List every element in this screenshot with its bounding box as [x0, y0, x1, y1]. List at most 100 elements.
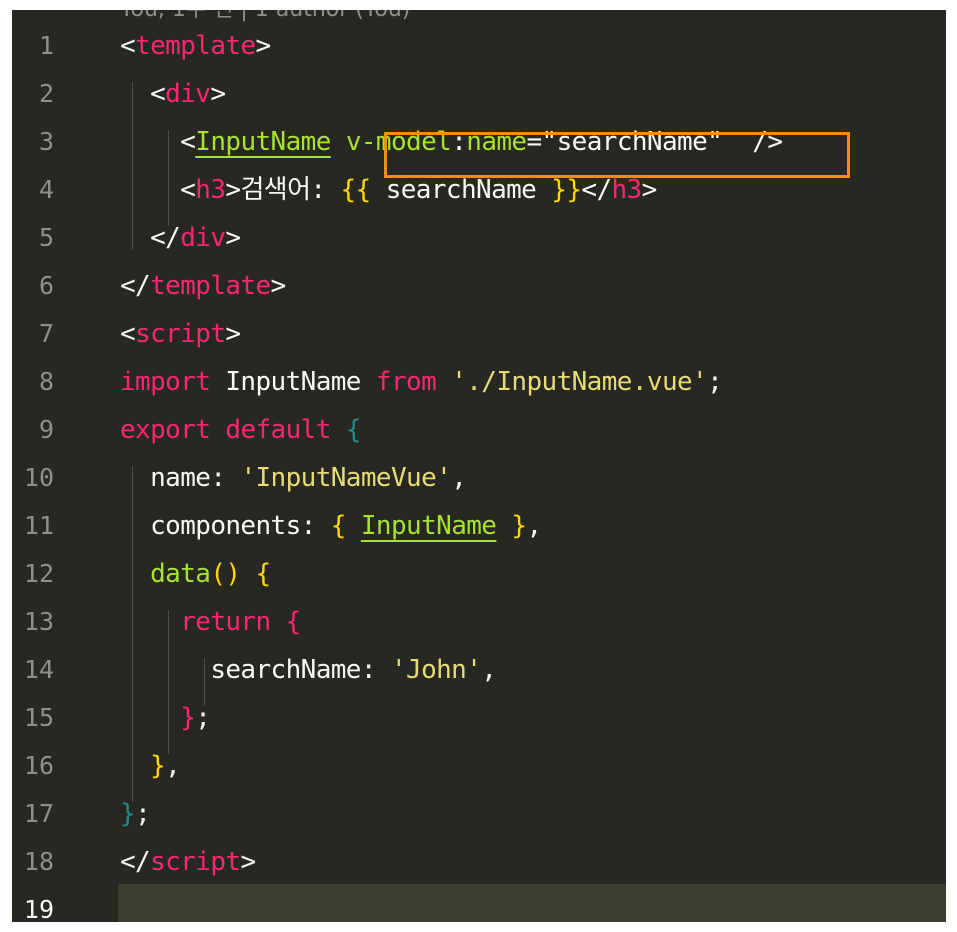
line-number: 17	[23, 799, 54, 828]
line-code: export default {	[120, 406, 361, 454]
code-token: return	[180, 607, 271, 637]
code-token: import	[120, 367, 211, 397]
code-token: name:	[120, 463, 241, 493]
code-token: {{	[340, 175, 372, 205]
code-line[interactable]: 15 };	[12, 694, 946, 742]
code-token: ,	[165, 751, 181, 781]
code-token: >	[210, 79, 226, 109]
code-token: 검색어:	[240, 175, 341, 205]
code-line[interactable]: 9 export default {	[12, 406, 946, 454]
line-code: </div>	[120, 214, 241, 262]
line-number: 10	[23, 463, 54, 492]
code-token: ()	[210, 559, 241, 589]
code-line[interactable]: 6 </template>	[12, 262, 946, 310]
code-line[interactable]: 12 data() {	[12, 550, 946, 598]
code-line[interactable]: 16 },	[12, 742, 946, 790]
code-token: {	[345, 415, 362, 445]
code-token: ,	[451, 463, 467, 493]
code-editor[interactable]: You, 1주 전 | 1 author (You) 1<template>2 …	[12, 10, 946, 922]
code-token: </	[581, 175, 612, 205]
code-token: </	[150, 223, 181, 253]
code-token: template	[150, 271, 271, 301]
code-token: >	[641, 175, 658, 205]
code-token: from	[375, 367, 437, 397]
line-number: 7	[38, 319, 54, 348]
code-token: <	[120, 319, 136, 349]
code-line[interactable]: 17};	[12, 790, 946, 838]
code-token: >	[225, 175, 241, 205]
line-number: 14	[23, 655, 54, 684]
code-line[interactable]: 7 <script>	[12, 310, 946, 358]
line-code: };	[120, 694, 211, 742]
code-token: 'John'	[390, 655, 482, 685]
line-number: 15	[23, 703, 54, 732]
line-code: </template>	[120, 262, 286, 310]
code-token: {	[330, 511, 347, 541]
code-token: h3	[611, 175, 643, 205]
code-line[interactable]: 8 import InputName from './InputName.vue'…	[12, 358, 946, 406]
code-token: script	[150, 847, 241, 877]
code-token: components:	[120, 511, 331, 541]
code-token: <	[150, 79, 166, 109]
code-token: 'InputNameVue'	[240, 463, 452, 493]
code-line[interactable]: 5 </div>	[12, 214, 946, 262]
code-token: InputName	[210, 367, 376, 397]
line-code: };	[120, 790, 151, 838]
code-token: searchName	[370, 175, 552, 205]
code-token: }	[511, 511, 527, 541]
code-token: script	[135, 319, 226, 349]
code-token: ,	[481, 655, 497, 685]
line-number: 5	[38, 223, 54, 252]
code-line[interactable]: 14 searchName: 'John',	[12, 646, 946, 694]
code-token: >	[225, 223, 241, 253]
code-line[interactable]: 10 name: 'InputNameVue',	[12, 454, 946, 502]
line-number: 19	[23, 895, 54, 922]
line-code: name: 'InputNameVue',	[120, 454, 467, 502]
code-line[interactable]: 1 <template>	[12, 22, 946, 70]
code-token: }	[120, 799, 136, 829]
code-token: InputName	[195, 127, 331, 157]
line-code: import InputName from './InputName.vue';	[120, 358, 723, 406]
code-line[interactable]: 11 components: { InputName },	[12, 502, 946, 550]
code-token: ;	[707, 367, 723, 397]
code-token: <	[180, 127, 196, 157]
code-line[interactable]: 13 return {	[12, 598, 946, 646]
line-number: 11	[23, 511, 54, 540]
code-token: div	[180, 223, 226, 253]
line-number: 9	[38, 415, 54, 444]
code-token: ;	[135, 799, 151, 829]
code-token: }}	[551, 175, 582, 205]
code-token: h3	[195, 175, 226, 205]
code-token: data	[150, 559, 211, 589]
line-number: 3	[38, 127, 54, 156]
code-token: searchName:	[120, 655, 391, 685]
code-token: <	[120, 31, 136, 61]
line-code: },	[120, 742, 181, 790]
line-code: <div>	[120, 70, 226, 118]
code-token: >	[255, 31, 272, 61]
line-number: 16	[23, 751, 54, 780]
code-token: export	[120, 415, 211, 445]
line-code: <template>	[120, 22, 271, 70]
code-line[interactable]: 19	[12, 886, 946, 922]
code-token: {	[285, 607, 302, 637]
v-model-highlight-box	[384, 132, 850, 178]
line-number: 2	[38, 79, 54, 108]
codelens-author[interactable]: You, 1주 전 | 1 author (You)	[120, 10, 410, 22]
line-code: return {	[120, 598, 301, 646]
line-number: 18	[23, 847, 54, 876]
code-token: }	[150, 751, 166, 781]
line-code: components: { InputName },	[120, 502, 542, 550]
line-number: 6	[38, 271, 54, 300]
code-line[interactable]: 2 <div>	[12, 70, 946, 118]
code-line[interactable]: 18 </script>	[12, 838, 946, 886]
